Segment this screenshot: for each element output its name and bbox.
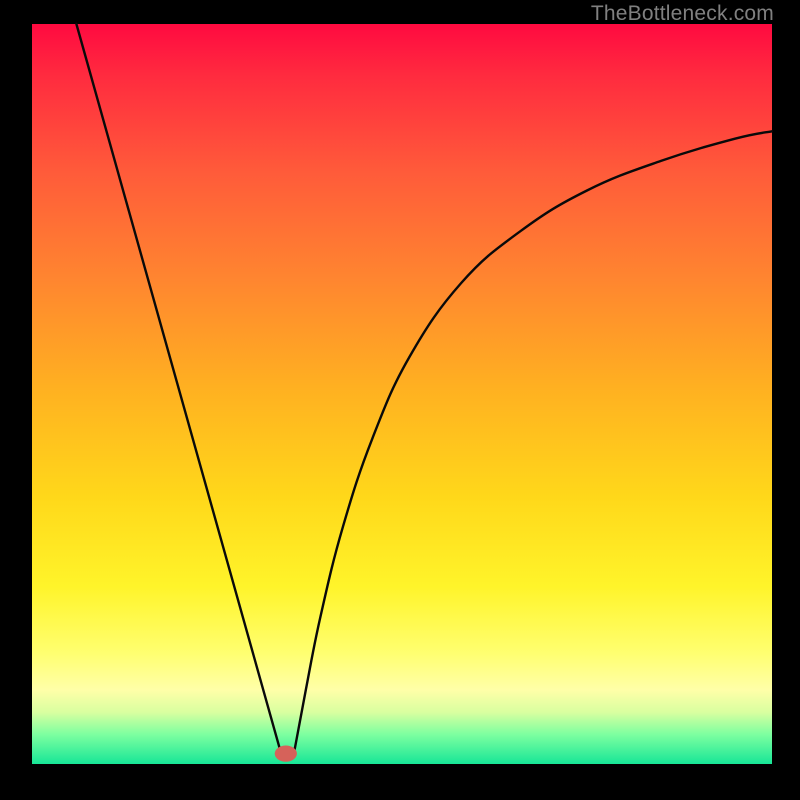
watermark-text: TheBottleneck.com (591, 2, 774, 26)
vertex-marker (275, 746, 297, 762)
curve-path (76, 24, 772, 749)
chart-container: TheBottleneck.com (0, 0, 800, 800)
curve-layer (32, 24, 772, 764)
